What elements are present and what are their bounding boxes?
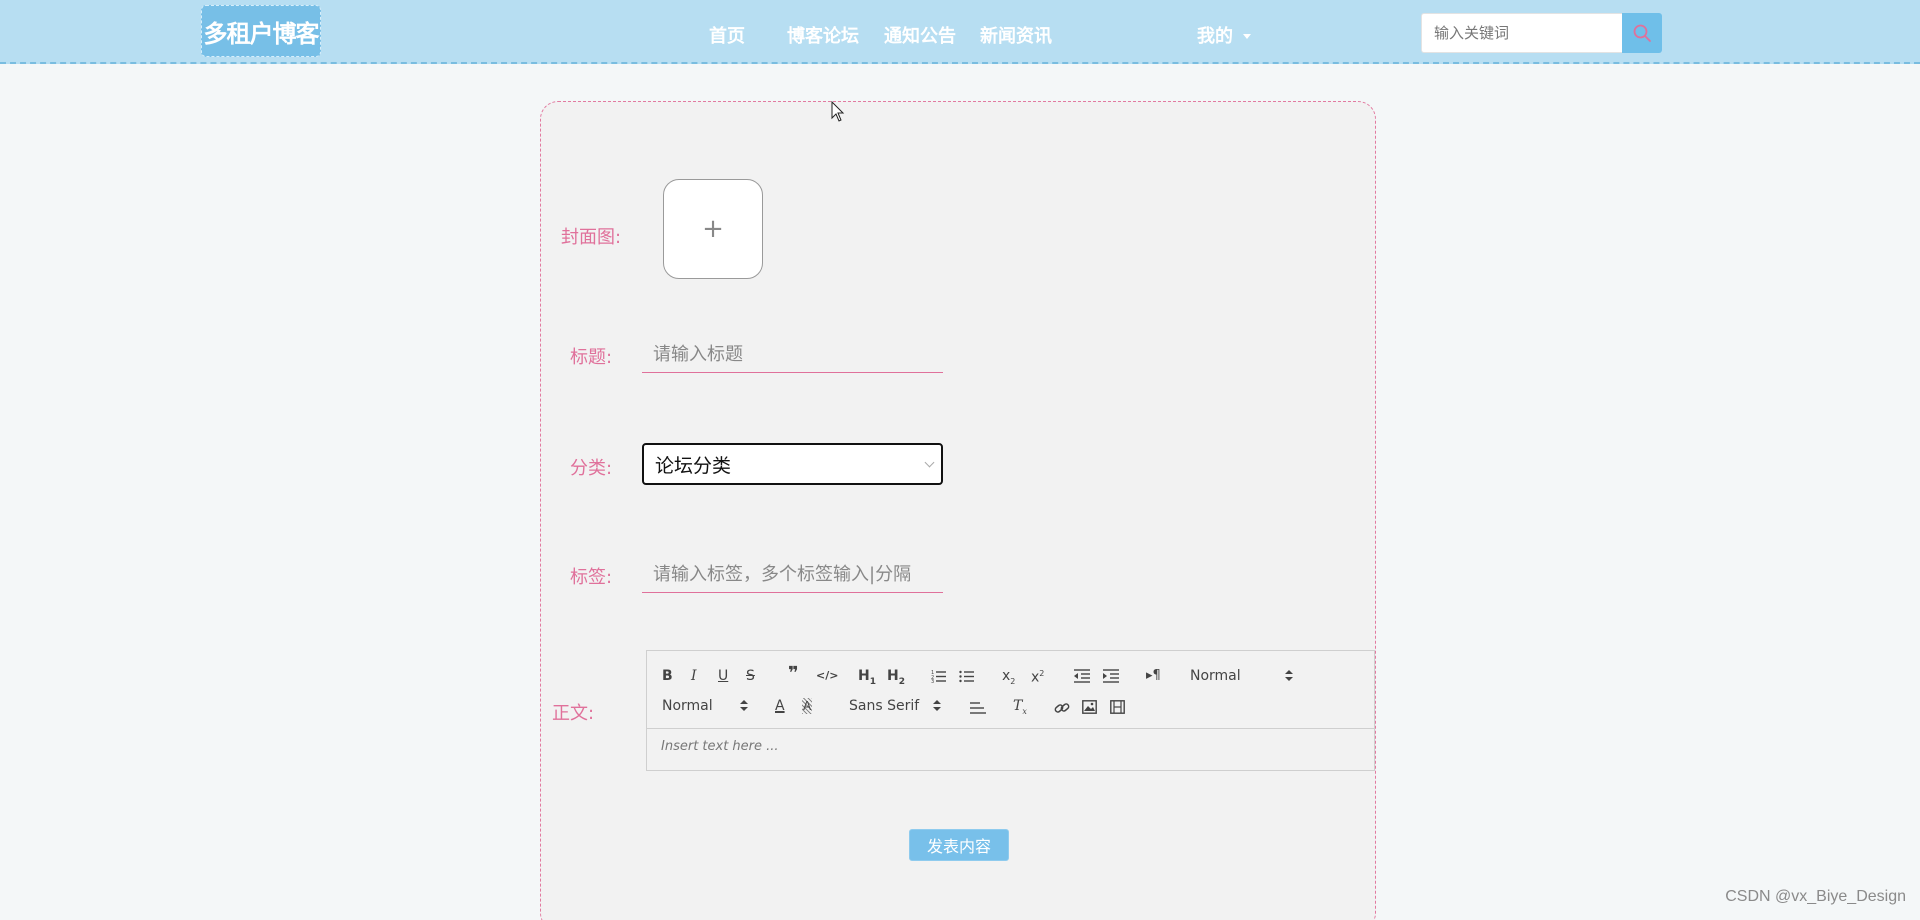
header-select-value: Normal: [1190, 668, 1241, 684]
cover-label: 封面图:: [561, 227, 622, 248]
editor-placeholder[interactable]: Insert text here ...: [661, 739, 779, 754]
ordered-list-icon[interactable]: 1 2 3: [931, 669, 947, 683]
category-select[interactable]: 论坛分类: [642, 443, 943, 485]
bullet-list-icon[interactable]: [959, 669, 975, 683]
publish-button[interactable]: 发表内容: [909, 829, 1009, 861]
underline-icon[interactable]: U: [718, 668, 728, 684]
video-icon[interactable]: [1110, 700, 1125, 714]
text-color-icon[interactable]: A: [775, 698, 785, 714]
title-label: 标题:: [570, 347, 613, 368]
text-direction-icon[interactable]: ▸¶: [1146, 668, 1161, 684]
code-block-icon[interactable]: </>: [816, 668, 838, 684]
strike-icon[interactable]: S: [746, 668, 755, 684]
search-box: [1421, 13, 1662, 53]
bold-icon[interactable]: B: [662, 668, 673, 684]
indent-icon[interactable]: [1103, 669, 1119, 683]
nav-mine-dropdown[interactable]: 我的: [1197, 22, 1251, 48]
header1-icon[interactable]: H1: [858, 668, 876, 690]
svg-text:3: 3: [931, 679, 934, 683]
superscript-icon[interactable]: x2: [1031, 666, 1044, 686]
nav-mine-label: 我的: [1197, 26, 1233, 47]
updown-icon: [933, 700, 942, 712]
site-logo[interactable]: 多租户博客: [201, 5, 321, 57]
top-navbar: 多租户博客 首页 博客论坛 通知公告 新闻资讯 我的: [0, 0, 1920, 64]
publish-form-card: 封面图: + 标题: 分类: 论坛分类 标签: 正文: B I U S ❞ </…: [540, 101, 1376, 920]
italic-icon[interactable]: I: [691, 668, 697, 684]
search-button[interactable]: [1622, 13, 1662, 53]
search-icon: [1633, 24, 1651, 42]
search-input[interactable]: [1421, 13, 1622, 53]
caret-down-icon: [1243, 33, 1251, 39]
subscript-icon[interactable]: x2: [1002, 668, 1015, 690]
image-icon[interactable]: [1082, 700, 1097, 714]
body-label: 正文:: [552, 703, 595, 724]
font-select[interactable]: Sans Serif: [849, 698, 942, 714]
nav-home[interactable]: 首页: [709, 22, 745, 48]
watermark: CSDN @vx_Biye_Design: [1725, 888, 1906, 905]
header-select[interactable]: Normal: [1190, 668, 1293, 684]
updown-icon: [739, 700, 748, 712]
outdent-icon[interactable]: [1074, 669, 1090, 683]
mouse-cursor-icon: [831, 101, 845, 122]
plus-icon: +: [702, 214, 724, 244]
size-select[interactable]: Normal: [662, 698, 748, 714]
cover-upload[interactable]: +: [663, 179, 763, 279]
tags-input[interactable]: [642, 557, 943, 593]
nav-news[interactable]: 新闻资讯: [980, 22, 1052, 48]
title-input[interactable]: [642, 337, 943, 373]
chevron-down-icon: [924, 457, 935, 468]
link-icon[interactable]: [1054, 700, 1070, 716]
clean-format-icon[interactable]: Tx: [1013, 698, 1027, 720]
editor-toolbar: B I U S ❞ </> H1 H2 1 2 3 x2 x2 ▸¶ Norma…: [647, 651, 1374, 729]
rich-text-editor: B I U S ❞ </> H1 H2 1 2 3 x2 x2 ▸¶ Norma…: [646, 650, 1375, 771]
font-select-value: Sans Serif: [849, 698, 920, 714]
category-value: 论坛分类: [655, 454, 732, 477]
nav-notice[interactable]: 通知公告: [884, 22, 956, 48]
blockquote-icon[interactable]: ❞: [788, 665, 799, 683]
header2-icon[interactable]: H2: [887, 668, 905, 690]
updown-icon: [1284, 670, 1293, 682]
nav-forum[interactable]: 博客论坛: [787, 22, 859, 48]
background-color-icon[interactable]: A: [802, 698, 813, 714]
category-label: 分类:: [570, 458, 613, 479]
tags-label: 标签:: [570, 567, 613, 588]
align-icon[interactable]: [970, 701, 986, 715]
size-select-value: Normal: [662, 698, 713, 714]
